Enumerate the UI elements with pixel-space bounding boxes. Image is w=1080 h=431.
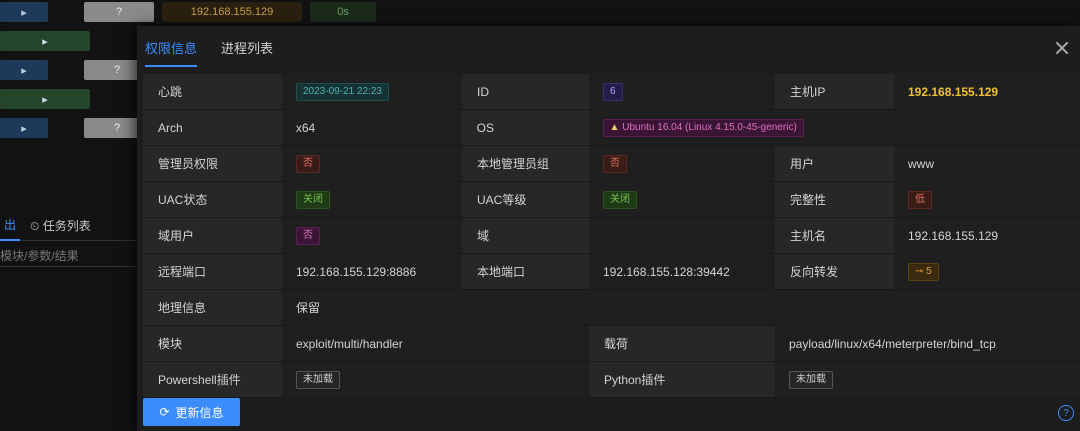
close-icon[interactable]: [1054, 40, 1070, 56]
local-admin-group-label: 本地管理员组: [462, 146, 589, 181]
table-row: 域用户 否 域 主机名 192.168.155.129: [143, 218, 1080, 254]
heartbeat-value: 2023-09-21 22:23: [296, 82, 389, 101]
payload-label: 载荷: [589, 326, 775, 361]
uac-level-label: UAC等级: [462, 182, 589, 217]
modal-tabs: 权限信息 进程列表: [145, 38, 273, 67]
integrity-label: 完整性: [775, 182, 894, 217]
expand-button[interactable]: ▸: [0, 60, 48, 80]
tab-permission-info[interactable]: 权限信息: [145, 38, 198, 67]
remote-port-value: 192.168.155.129:8886: [282, 254, 462, 289]
background-filter-input[interactable]: 模块/参数/结果: [0, 244, 136, 267]
arch-label: Arch: [143, 110, 282, 145]
table-row: UAC状态 关闭 UAC等级 关闭 完整性 低: [143, 182, 1080, 218]
local-port-label: 本地端口: [462, 254, 589, 289]
table-row: 心跳 2023-09-21 22:23 ID 6 主机IP 192.168.15…: [143, 74, 1080, 110]
table-row: 模块 exploit/multi/handler 载荷 payload/linu…: [143, 326, 1080, 362]
hostname-value: 192.168.155.129: [894, 218, 1080, 253]
domain-user-value: 否: [296, 226, 320, 245]
update-info-button[interactable]: ⟳ 更新信息: [143, 398, 240, 426]
id-value: 6: [603, 82, 623, 101]
table-row: Arch x64 OS ▲ Ubuntu 16.04 (Linux 4.15.0…: [143, 110, 1080, 146]
arch-value: x64: [281, 110, 462, 145]
expand-button[interactable]: ▸: [0, 2, 48, 22]
powershell-plugin-value: 未加载: [296, 370, 340, 389]
info-table: 心跳 2023-09-21 22:23 ID 6 主机IP 192.168.15…: [143, 74, 1080, 398]
uac-status-value: 关闭: [296, 190, 330, 209]
user-label: 用户: [775, 146, 894, 181]
reverse-forward-value[interactable]: ⊸ 5: [908, 262, 939, 281]
linux-icon: ▲: [609, 121, 620, 133]
module-value: exploit/multi/handler: [282, 326, 589, 361]
geo-value: 保留: [282, 290, 1080, 325]
python-plugin-value: 未加载: [789, 370, 833, 389]
table-row: 远程端口 192.168.155.129:8886 本地端口 192.168.1…: [143, 254, 1080, 290]
integrity-value: 低: [908, 190, 932, 209]
session-info-modal: 权限信息 进程列表 心跳 2023-09-21 22:23 ID 6 主机IP …: [137, 26, 1080, 431]
heartbeat-label: 心跳: [143, 74, 282, 109]
os-value: ▲ Ubuntu 16.04 (Linux 4.15.0-45-generic): [602, 118, 804, 137]
bg-duration-tag: 0s: [310, 2, 376, 22]
tab-task-list[interactable]: ⏲ 任务列表: [30, 217, 91, 234]
tab-process-list[interactable]: 进程列表: [221, 38, 273, 67]
host-ip-label: 主机IP: [775, 74, 894, 109]
geo-label: 地理信息: [143, 290, 282, 325]
bg-unknown-cell: ?: [84, 2, 154, 22]
python-plugin-label: Python插件: [589, 362, 775, 397]
key-icon: ⊸: [915, 265, 924, 277]
local-port-value: 192.168.155.128:39442: [589, 254, 775, 289]
reverse-forward-label: 反向转发: [775, 254, 894, 289]
admin-value: 否: [296, 154, 320, 173]
admin-label: 管理员权限: [143, 146, 282, 181]
domain-value: [589, 218, 775, 253]
local-admin-group-value: 否: [603, 154, 627, 173]
table-row: 管理员权限 否 本地管理员组 否 用户 www: [143, 146, 1080, 182]
host-ip-value: 192.168.155.129: [908, 84, 999, 99]
user-value: www: [894, 146, 1080, 181]
background-tabs: 出 ⏲ 任务列表: [0, 210, 136, 241]
remote-port-label: 远程端口: [143, 254, 282, 289]
refresh-icon: ⟳: [159, 405, 170, 419]
table-row: 地理信息 保留: [143, 290, 1080, 326]
tab-output[interactable]: 出: [0, 210, 21, 241]
help-icon[interactable]: ?: [1058, 405, 1074, 421]
bg-ip-tag: 192.168.155.129: [162, 2, 302, 22]
module-label: 模块: [143, 326, 282, 361]
uac-level-value: 关闭: [603, 190, 637, 209]
table-row: Powershell插件 未加载 Python插件 未加载: [143, 362, 1080, 398]
domain-user-label: 域用户: [143, 218, 282, 253]
powershell-plugin-label: Powershell插件: [143, 362, 282, 397]
payload-value: payload/linux/x64/meterpreter/bind_tcp: [775, 326, 1080, 361]
id-label: ID: [462, 74, 589, 109]
domain-label: 域: [462, 218, 589, 253]
os-label: OS: [461, 110, 589, 145]
expand-button[interactable]: ▸: [0, 89, 90, 109]
hostname-label: 主机名: [775, 218, 894, 253]
uac-status-label: UAC状态: [143, 182, 282, 217]
expand-button[interactable]: ▸: [0, 31, 90, 51]
expand-button[interactable]: ▸: [0, 118, 48, 138]
